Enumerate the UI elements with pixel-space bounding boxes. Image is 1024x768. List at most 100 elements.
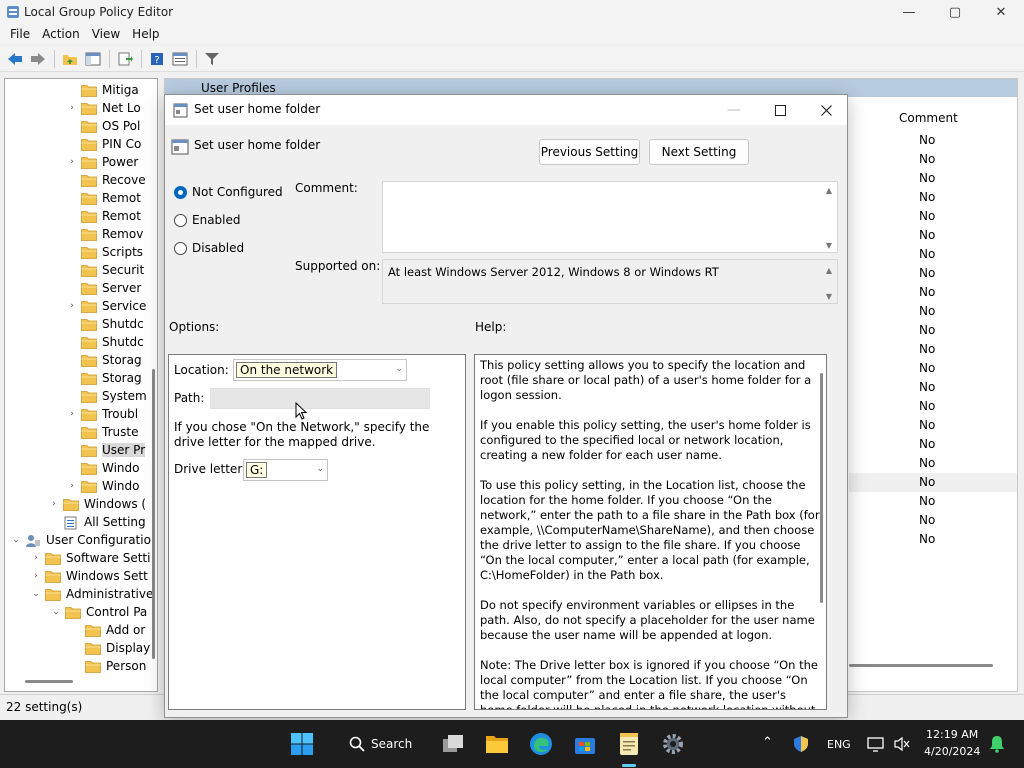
tree-item[interactable]: Shutdc [67,333,144,351]
tree-item[interactable]: System [67,387,147,405]
previous-setting-button[interactable]: Previous Setting [539,139,640,165]
edge-button[interactable] [525,728,557,760]
chevron-right-icon[interactable]: › [67,103,77,113]
tree-item[interactable]: ⌄ Control Pa [51,603,147,621]
radio-disabled[interactable]: Disabled [174,241,244,255]
tree-vertical-scrollbar[interactable] [152,369,155,659]
taskbar-search[interactable]: Search [339,729,417,759]
chevron-right-icon[interactable]: › [31,571,41,581]
back-button[interactable] [4,48,26,70]
minimize-button[interactable]: — [886,0,932,24]
volume-tray-button[interactable] [888,728,916,760]
tree-item[interactable]: All Setting [49,513,146,531]
drive-letter-dropdown[interactable]: G: ⌄ [243,459,328,481]
task-view-button[interactable] [437,728,469,760]
close-button[interactable]: ✕ [978,0,1024,24]
chevron-down-icon[interactable]: ⌄ [51,607,61,617]
tree-item[interactable]: Truste [67,423,138,441]
tree-item[interactable]: Windo [67,459,140,477]
filter-button[interactable] [201,48,223,70]
chevron-right-icon[interactable]: › [67,301,77,311]
help-scrollbar[interactable] [820,373,823,603]
menu-file[interactable]: File [4,27,36,41]
notifications-button[interactable] [984,728,1010,760]
tree-item[interactable]: Securit [67,261,144,279]
help-button[interactable]: ? [146,48,168,70]
tree-item[interactable]: Remov [67,225,143,243]
tree-item[interactable]: Storag [67,369,142,387]
location-dropdown[interactable]: On the network ⌄ [233,359,407,381]
chevron-down-icon[interactable]: ⌄ [11,535,21,545]
chevron-up-icon[interactable]: ⌃ [762,735,773,750]
list-horizontal-scrollbar[interactable] [849,664,993,667]
tree-item[interactable]: Shutdc [67,315,144,333]
tree-horizontal-scrollbar[interactable] [25,680,73,683]
settings-button[interactable] [657,728,689,760]
clock-time[interactable]: 12:19 AM [926,728,978,741]
dialog-maximize-button[interactable] [757,95,803,125]
file-explorer-button[interactable] [481,728,513,760]
show-hide-tree-button[interactable] [82,48,104,70]
tree-item[interactable]: OS Pol [67,117,140,135]
scroll-down-icon[interactable]: ▼ [824,292,834,301]
chevron-right-icon[interactable]: › [67,157,77,167]
store-button[interactable] [569,728,601,760]
tree-item[interactable]: ⌄ User Configuratio [11,531,151,549]
tree-item[interactable]: › Windo [67,477,139,495]
up-level-button[interactable] [59,48,81,70]
chevron-right-icon[interactable]: › [67,481,77,491]
chevron-right-icon[interactable]: › [67,409,77,419]
scroll-up-icon[interactable]: ▲ [824,186,834,195]
dialog-minimize-button[interactable]: — [711,95,757,125]
tree-item[interactable]: › Windows ( [49,495,146,513]
tree-item[interactable]: User Pr [67,441,146,459]
tree-item[interactable]: › Service [67,297,146,315]
chevron-right-icon[interactable]: › [31,553,41,563]
dialog-close-button[interactable] [803,95,849,125]
menu-action[interactable]: Action [36,27,86,41]
comment-textarea[interactable]: ▲ ▼ [382,181,838,253]
tree-item[interactable]: Scripts [67,243,143,261]
menu-view[interactable]: View [86,27,126,41]
column-header-comment[interactable]: Comment [899,111,958,125]
language-indicator[interactable]: ENG [827,738,851,751]
tree-item[interactable]: Server [67,279,141,297]
tree-item[interactable]: › Software Setti [31,549,150,567]
notepad-button[interactable] [613,728,645,760]
next-setting-button[interactable]: Next Setting [649,139,749,165]
scroll-up-icon[interactable]: ▲ [824,266,834,275]
tree-item[interactable]: PIN Co [67,135,141,153]
folder-icon [81,426,97,439]
tree-item[interactable]: › Net Lo [67,99,141,117]
security-tray-button[interactable] [786,728,816,760]
console-tree[interactable]: Mitiga › Net Lo OS Pol PIN Co › Power Recove Rem… [4,78,158,692]
tree-item[interactable]: Display [71,639,150,657]
tree-item[interactable]: Remot [67,207,141,225]
policy-setting-header-icon [171,139,189,155]
menu-help[interactable]: Help [126,27,165,41]
network-tray-button[interactable] [862,728,890,760]
tree-item[interactable]: Recove [67,171,146,189]
tree-item[interactable]: Person [71,657,146,675]
export-list-button[interactable] [114,48,136,70]
chevron-down-icon[interactable]: ⌄ [31,589,41,599]
path-input[interactable] [210,388,430,409]
chevron-right-icon[interactable]: › [49,499,59,509]
tree-item[interactable]: Add or [71,621,145,639]
tree-item[interactable]: › Troubl [67,405,138,423]
radio-enabled[interactable]: Enabled [174,213,241,227]
tree-item[interactable]: › Power [67,153,138,171]
radio-not-configured[interactable]: Not Configured [174,185,283,199]
clock-date[interactable]: 4/20/2024 [924,745,980,758]
folder-icon [81,372,97,385]
maximize-button[interactable]: ▢ [932,0,978,24]
forward-button[interactable] [27,48,49,70]
tree-item[interactable]: Mitiga [67,81,139,99]
tree-item[interactable]: ⌄ Administrative [31,585,153,603]
tree-item[interactable]: Remot [67,189,141,207]
properties-button[interactable] [169,48,191,70]
tree-item[interactable]: › Windows Sett [31,567,148,585]
scroll-down-icon[interactable]: ▼ [824,241,834,250]
tree-item[interactable]: Storag [67,351,142,369]
start-button[interactable] [286,728,318,760]
